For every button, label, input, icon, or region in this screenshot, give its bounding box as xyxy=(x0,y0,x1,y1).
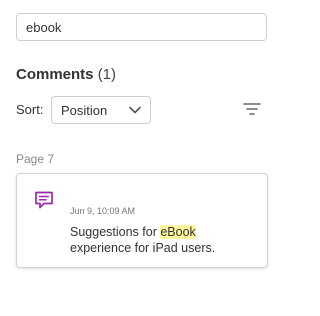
sort-dropdown[interactable]: Position xyxy=(51,96,151,124)
search-box[interactable] xyxy=(16,13,267,41)
search-input[interactable] xyxy=(26,19,257,35)
comments-title: Comments xyxy=(16,66,94,83)
sort-label: Sort: xyxy=(16,102,44,117)
search-match-highlight: eBook xyxy=(160,225,196,239)
comment-text-after: experience for iPad users. xyxy=(70,241,216,255)
comments-count: (1) xyxy=(97,66,117,83)
page-label: Page 7 xyxy=(16,152,55,166)
sort-selected-value: Position xyxy=(61,102,108,118)
comment-text-before: Suggestions for xyxy=(70,225,161,239)
comment-text: Suggestions for eBook experience for iPa… xyxy=(70,224,250,256)
comments-panel: Comments (1) Sort: Position Page 7 Jun 9… xyxy=(0,0,293,316)
comment-date: Jun 9, 10:09 AM xyxy=(70,206,136,216)
filter-icon[interactable] xyxy=(243,102,261,116)
comment-card[interactable]: Jun 9, 10:09 AM Suggestions for eBook ex… xyxy=(16,173,268,268)
chevron-down-icon xyxy=(129,106,141,114)
comment-icon xyxy=(35,191,53,209)
comments-heading: Comments (1) xyxy=(16,66,116,83)
